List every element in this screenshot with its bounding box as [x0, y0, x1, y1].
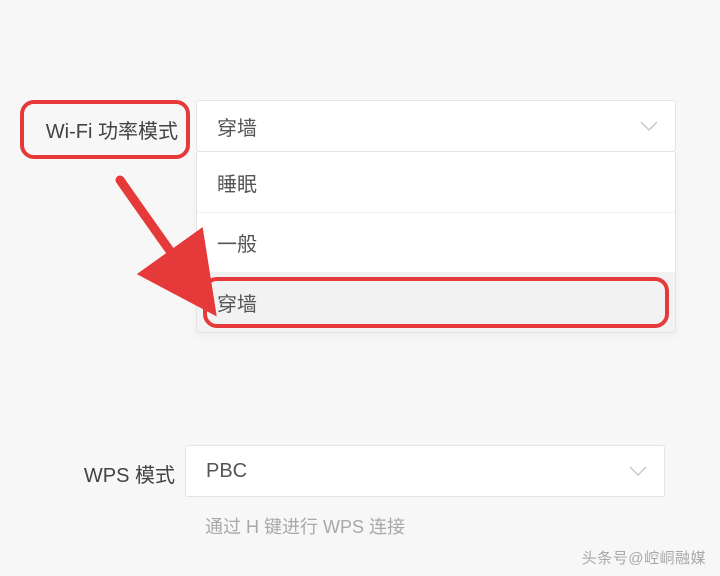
wifi-power-select-value: 穿墙: [217, 112, 257, 141]
wps-mode-row: WPS 模式 PBC 通过 H 键进行 WPS 连接: [20, 445, 665, 539]
chevron-down-icon: [639, 120, 659, 132]
option-label: 睡眠: [217, 168, 257, 197]
wifi-power-select[interactable]: 穿墙: [196, 100, 676, 152]
wifi-power-row: Wi-Fi 功率模式 穿墙 睡眠 一般 穿墙: [20, 100, 676, 333]
wifi-power-option-sleep[interactable]: 睡眠: [197, 152, 675, 212]
wps-mode-select[interactable]: PBC: [185, 445, 665, 497]
wps-mode-label-text: WPS 模式: [84, 465, 175, 487]
option-label: 一般: [217, 228, 257, 257]
chevron-down-icon: [628, 465, 648, 477]
watermark-text: 头条号@崆峒融媒: [582, 547, 706, 568]
wifi-power-option-normal[interactable]: 一般: [197, 212, 675, 272]
wifi-power-field: 穿墙 睡眠 一般 穿墙: [196, 100, 676, 333]
wps-mode-field: PBC 通过 H 键进行 WPS 连接: [185, 445, 665, 539]
wifi-power-dropdown: 睡眠 一般 穿墙: [196, 152, 676, 333]
wps-mode-select-value: PBC: [206, 460, 247, 483]
wifi-power-label: Wi-Fi 功率模式: [20, 100, 190, 159]
wifi-power-label-text: Wi-Fi 功率模式: [46, 121, 178, 143]
annotation-highlight-box: [203, 277, 669, 328]
wps-mode-label: WPS 模式: [20, 445, 185, 502]
option-label: 穿墙: [217, 288, 257, 317]
wifi-power-option-through-wall[interactable]: 穿墙: [197, 272, 675, 332]
wps-helper-text: 通过 H 键进行 WPS 连接: [185, 513, 665, 539]
